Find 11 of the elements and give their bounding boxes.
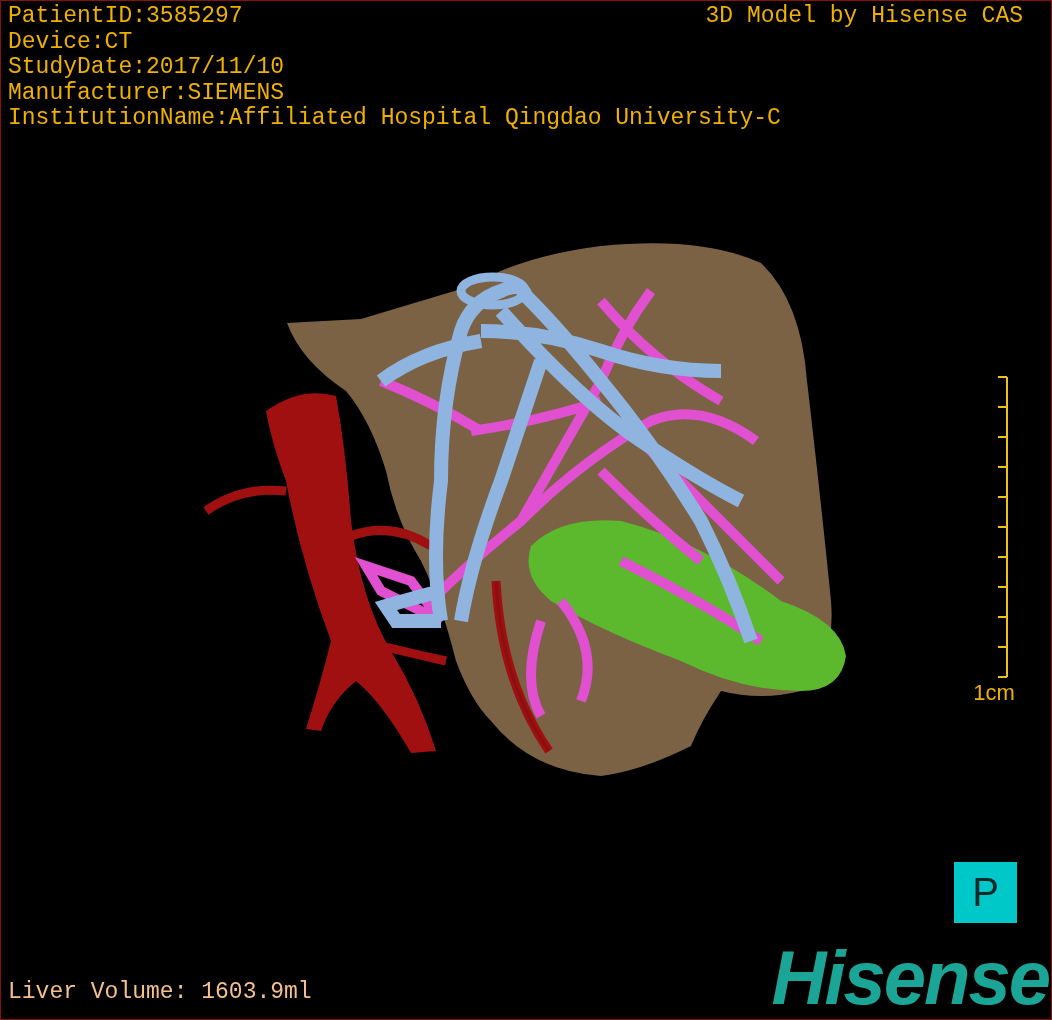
liver-volume-text: Liver Volume: 1603.9ml [8,979,312,1005]
study-info-text: InstitutionName:Affiliated Hospital Qingdao University-C [8,106,781,132]
orientation-button[interactable]: P [954,862,1017,923]
scale-bar-icon [997,375,1011,679]
study-info-text: PatientID:3585297 [8,4,243,30]
study-info-text: Device:CT [8,29,133,55]
scale-label: 1cm [973,681,1015,705]
study-info-text: StudyDate:2017/11/10 [8,55,285,81]
model-title: 3D Model by Hisense CAS [705,4,1023,30]
logo: Hisense [771,941,1049,1015]
study-info-text: Manufacturer:SIEMENS [8,80,285,106]
